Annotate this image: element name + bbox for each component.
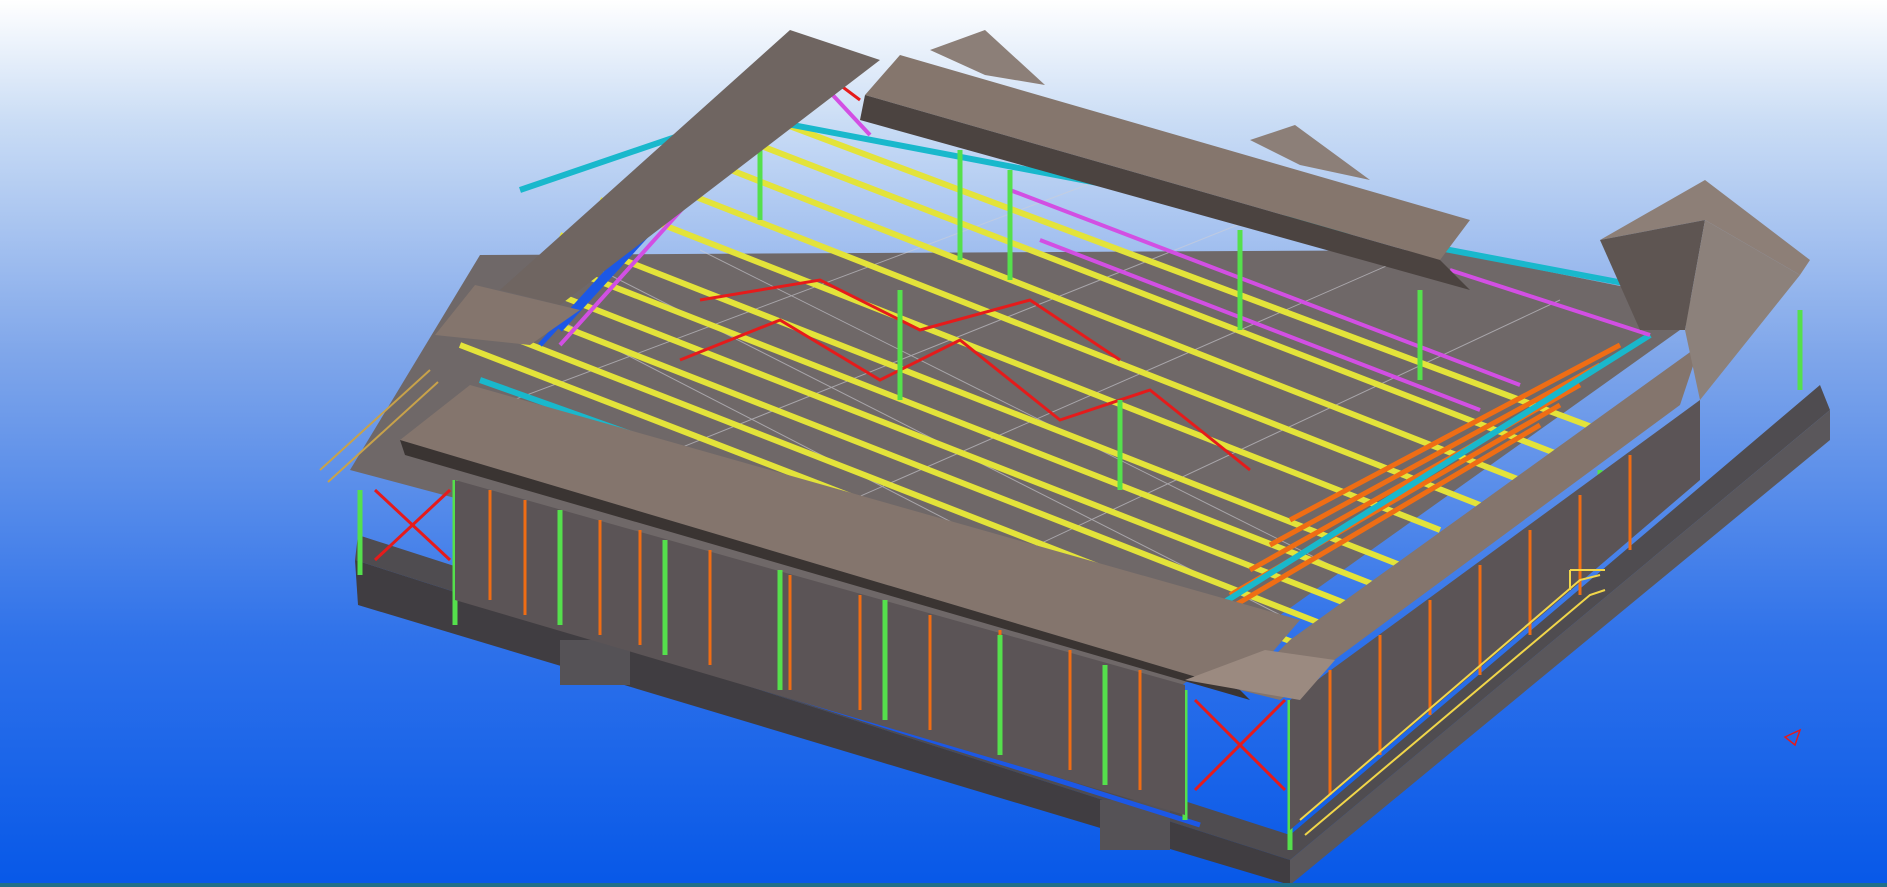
model-viewport[interactable] [0, 0, 1887, 887]
building-model-3d[interactable] [0, 0, 1887, 887]
axis-marker-icon [1783, 728, 1802, 747]
status-strip [0, 883, 1887, 887]
